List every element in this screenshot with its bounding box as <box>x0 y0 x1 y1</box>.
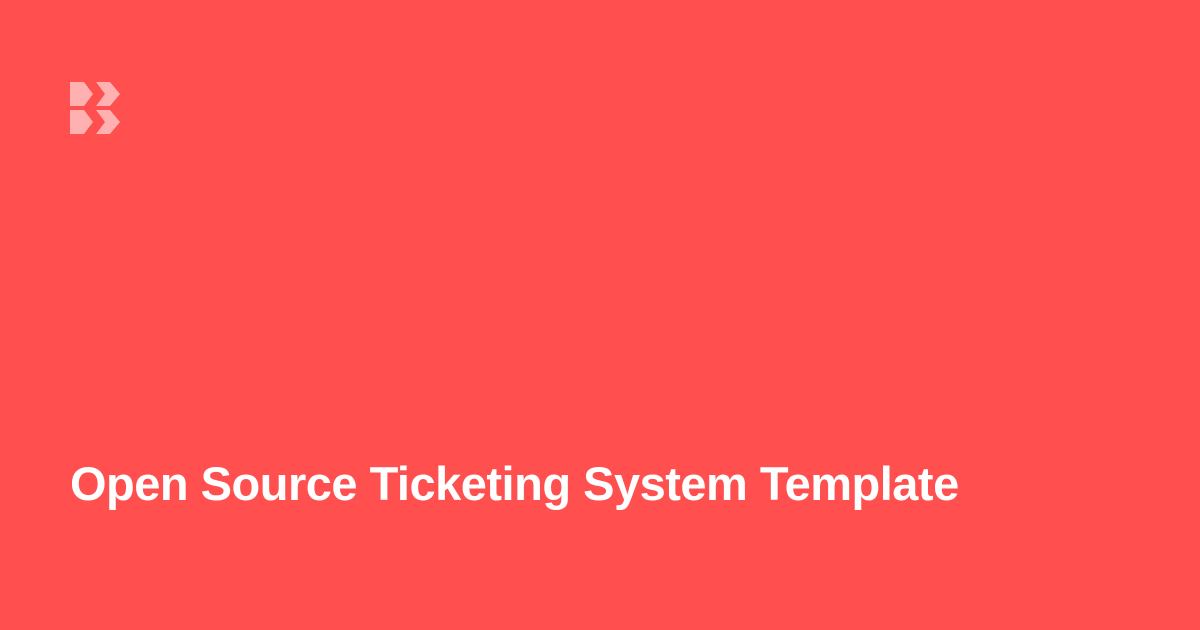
brand-logo-icon <box>70 82 124 136</box>
social-card: Open Source Ticketing System Template <box>0 0 1200 630</box>
page-title: Open Source Ticketing System Template <box>70 457 959 510</box>
